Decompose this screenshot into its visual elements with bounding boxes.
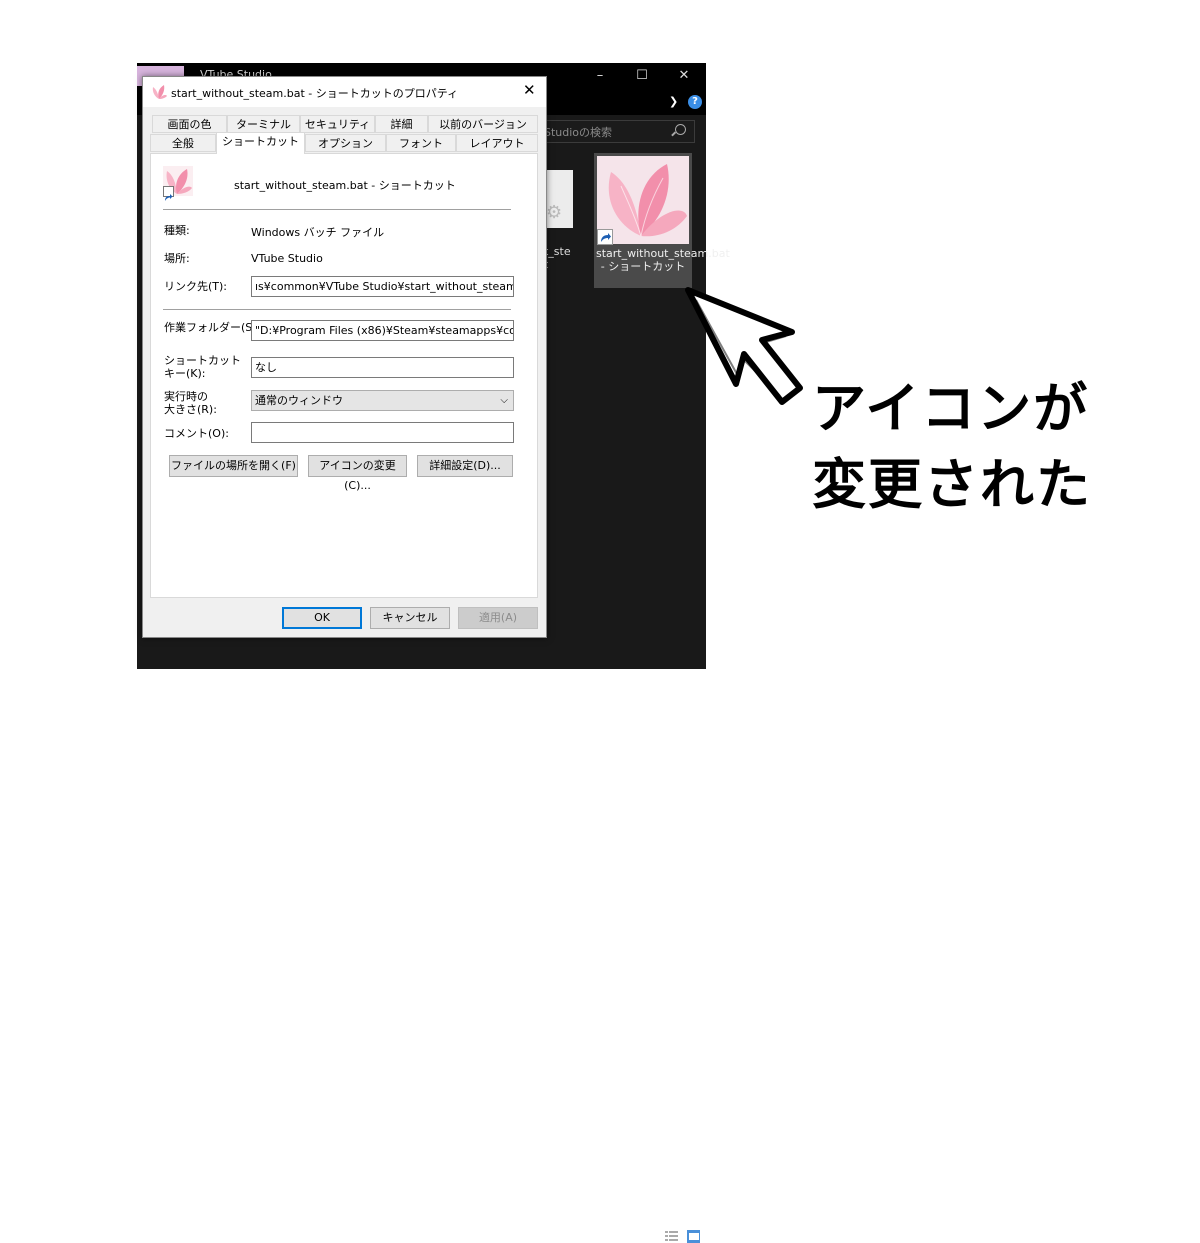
location-value: VTube Studio — [251, 252, 323, 265]
run-select-value: 通常のウィンドウ — [255, 394, 343, 407]
hotkey-label: ショートカット キー(K): — [164, 354, 241, 380]
divider — [163, 309, 511, 310]
close-icon[interactable]: ✕ — [523, 81, 536, 99]
advanced-button[interactable]: 詳細設定(D)... — [417, 455, 513, 477]
chevron-down-icon[interactable]: ❯ — [669, 95, 678, 108]
search-input[interactable]: Studioの検索 — [537, 120, 695, 143]
apply-button[interactable]: 適用(A) — [458, 607, 538, 629]
properties-dialog: start_without_steam.bat - ショートカットのプロパティ … — [142, 76, 547, 638]
gear-icon: ⚙ — [546, 202, 563, 223]
search-icon[interactable] — [675, 124, 686, 135]
ok-button[interactable]: OK — [282, 607, 362, 629]
shortcut-large-icon — [163, 166, 193, 201]
cancel-button[interactable]: キャンセル — [370, 607, 450, 629]
annotation-line1: アイコンが — [812, 377, 1090, 440]
annotation-line2: 変更された — [812, 453, 1092, 516]
location-label: 場所: — [164, 252, 190, 265]
maximize-button[interactable]: ☐ — [627, 65, 657, 87]
run-label: 実行時の 大きさ(R): — [164, 390, 217, 416]
target-label: リンク先(T): — [164, 280, 228, 293]
type-value: Windows バッチ ファイル — [251, 226, 385, 239]
cursor-arrow-icon — [685, 287, 803, 405]
dialog-titlebar: start_without_steam.bat - ショートカットのプロパティ … — [143, 77, 546, 107]
hotkey-label-line2: キー(K): — [164, 367, 206, 380]
tab-options[interactable]: オプション — [305, 134, 386, 152]
start-in-field[interactable]: "D:¥Program Files (x86)¥Steam¥steamapps¥… — [251, 320, 514, 341]
tab-previous-versions[interactable]: 以前のバージョン — [428, 115, 538, 133]
divider — [163, 209, 511, 210]
comment-field[interactable] — [251, 422, 514, 443]
run-select[interactable]: 通常のウィンドウ ⌵ — [251, 390, 514, 411]
hotkey-label-line1: ショートカット — [164, 354, 241, 367]
file-item-partial[interactable]: ⚙ — [545, 170, 573, 228]
tab-screen-colors[interactable]: 画面の色 — [152, 115, 227, 133]
large-icons-view-icon[interactable] — [687, 1230, 700, 1243]
minimize-button[interactable]: – — [585, 65, 615, 87]
start-in-label: 作業フォルダー(S): — [164, 321, 261, 334]
tab-font[interactable]: フォント — [386, 134, 456, 152]
close-window-button[interactable]: ✕ — [669, 65, 699, 87]
hotkey-field[interactable]: なし — [251, 357, 514, 378]
shortcut-arrow-icon — [597, 229, 613, 245]
target-field[interactable]: ıs¥common¥VTube Studio¥start_without_ste… — [251, 276, 514, 297]
help-icon[interactable]: ? — [688, 95, 702, 109]
tab-terminal[interactable]: ターミナル — [227, 115, 300, 133]
file-item-selected[interactable]: start_without_steam.bat - ショートカット — [594, 153, 730, 288]
dialog-title: start_without_steam.bat - ショートカットのプロパティ — [171, 87, 459, 100]
status-bar — [137, 643, 706, 1243]
change-icon-button[interactable]: アイコンの変更(C)... — [308, 455, 407, 492]
search-placeholder: Studioの検索 — [544, 126, 613, 139]
tab-layout[interactable]: レイアウト — [456, 134, 538, 152]
run-label-line1: 実行時の — [164, 390, 208, 403]
open-file-location-button[interactable]: ファイルの場所を開く(F) — [169, 455, 298, 477]
run-label-line2: 大きさ(R): — [164, 403, 217, 416]
type-label: 種類: — [164, 224, 190, 237]
shortcut-arrow-icon — [163, 186, 174, 201]
comment-label: コメント(O): — [164, 427, 229, 440]
tab-shortcut[interactable]: ショートカット — [216, 132, 305, 154]
tab-details[interactable]: 詳細 — [375, 115, 428, 133]
chevron-down-icon: ⌵ — [500, 395, 508, 406]
tab-security[interactable]: セキュリティ — [300, 115, 375, 133]
tab-general[interactable]: 全般 — [150, 134, 216, 152]
shortcut-name[interactable]: start_without_steam.bat - ショートカット — [234, 177, 456, 193]
details-view-icon[interactable] — [665, 1230, 678, 1243]
petal-icon — [151, 84, 167, 100]
file-item-label: start_without_steam.bat - ショートカット — [596, 247, 730, 273]
